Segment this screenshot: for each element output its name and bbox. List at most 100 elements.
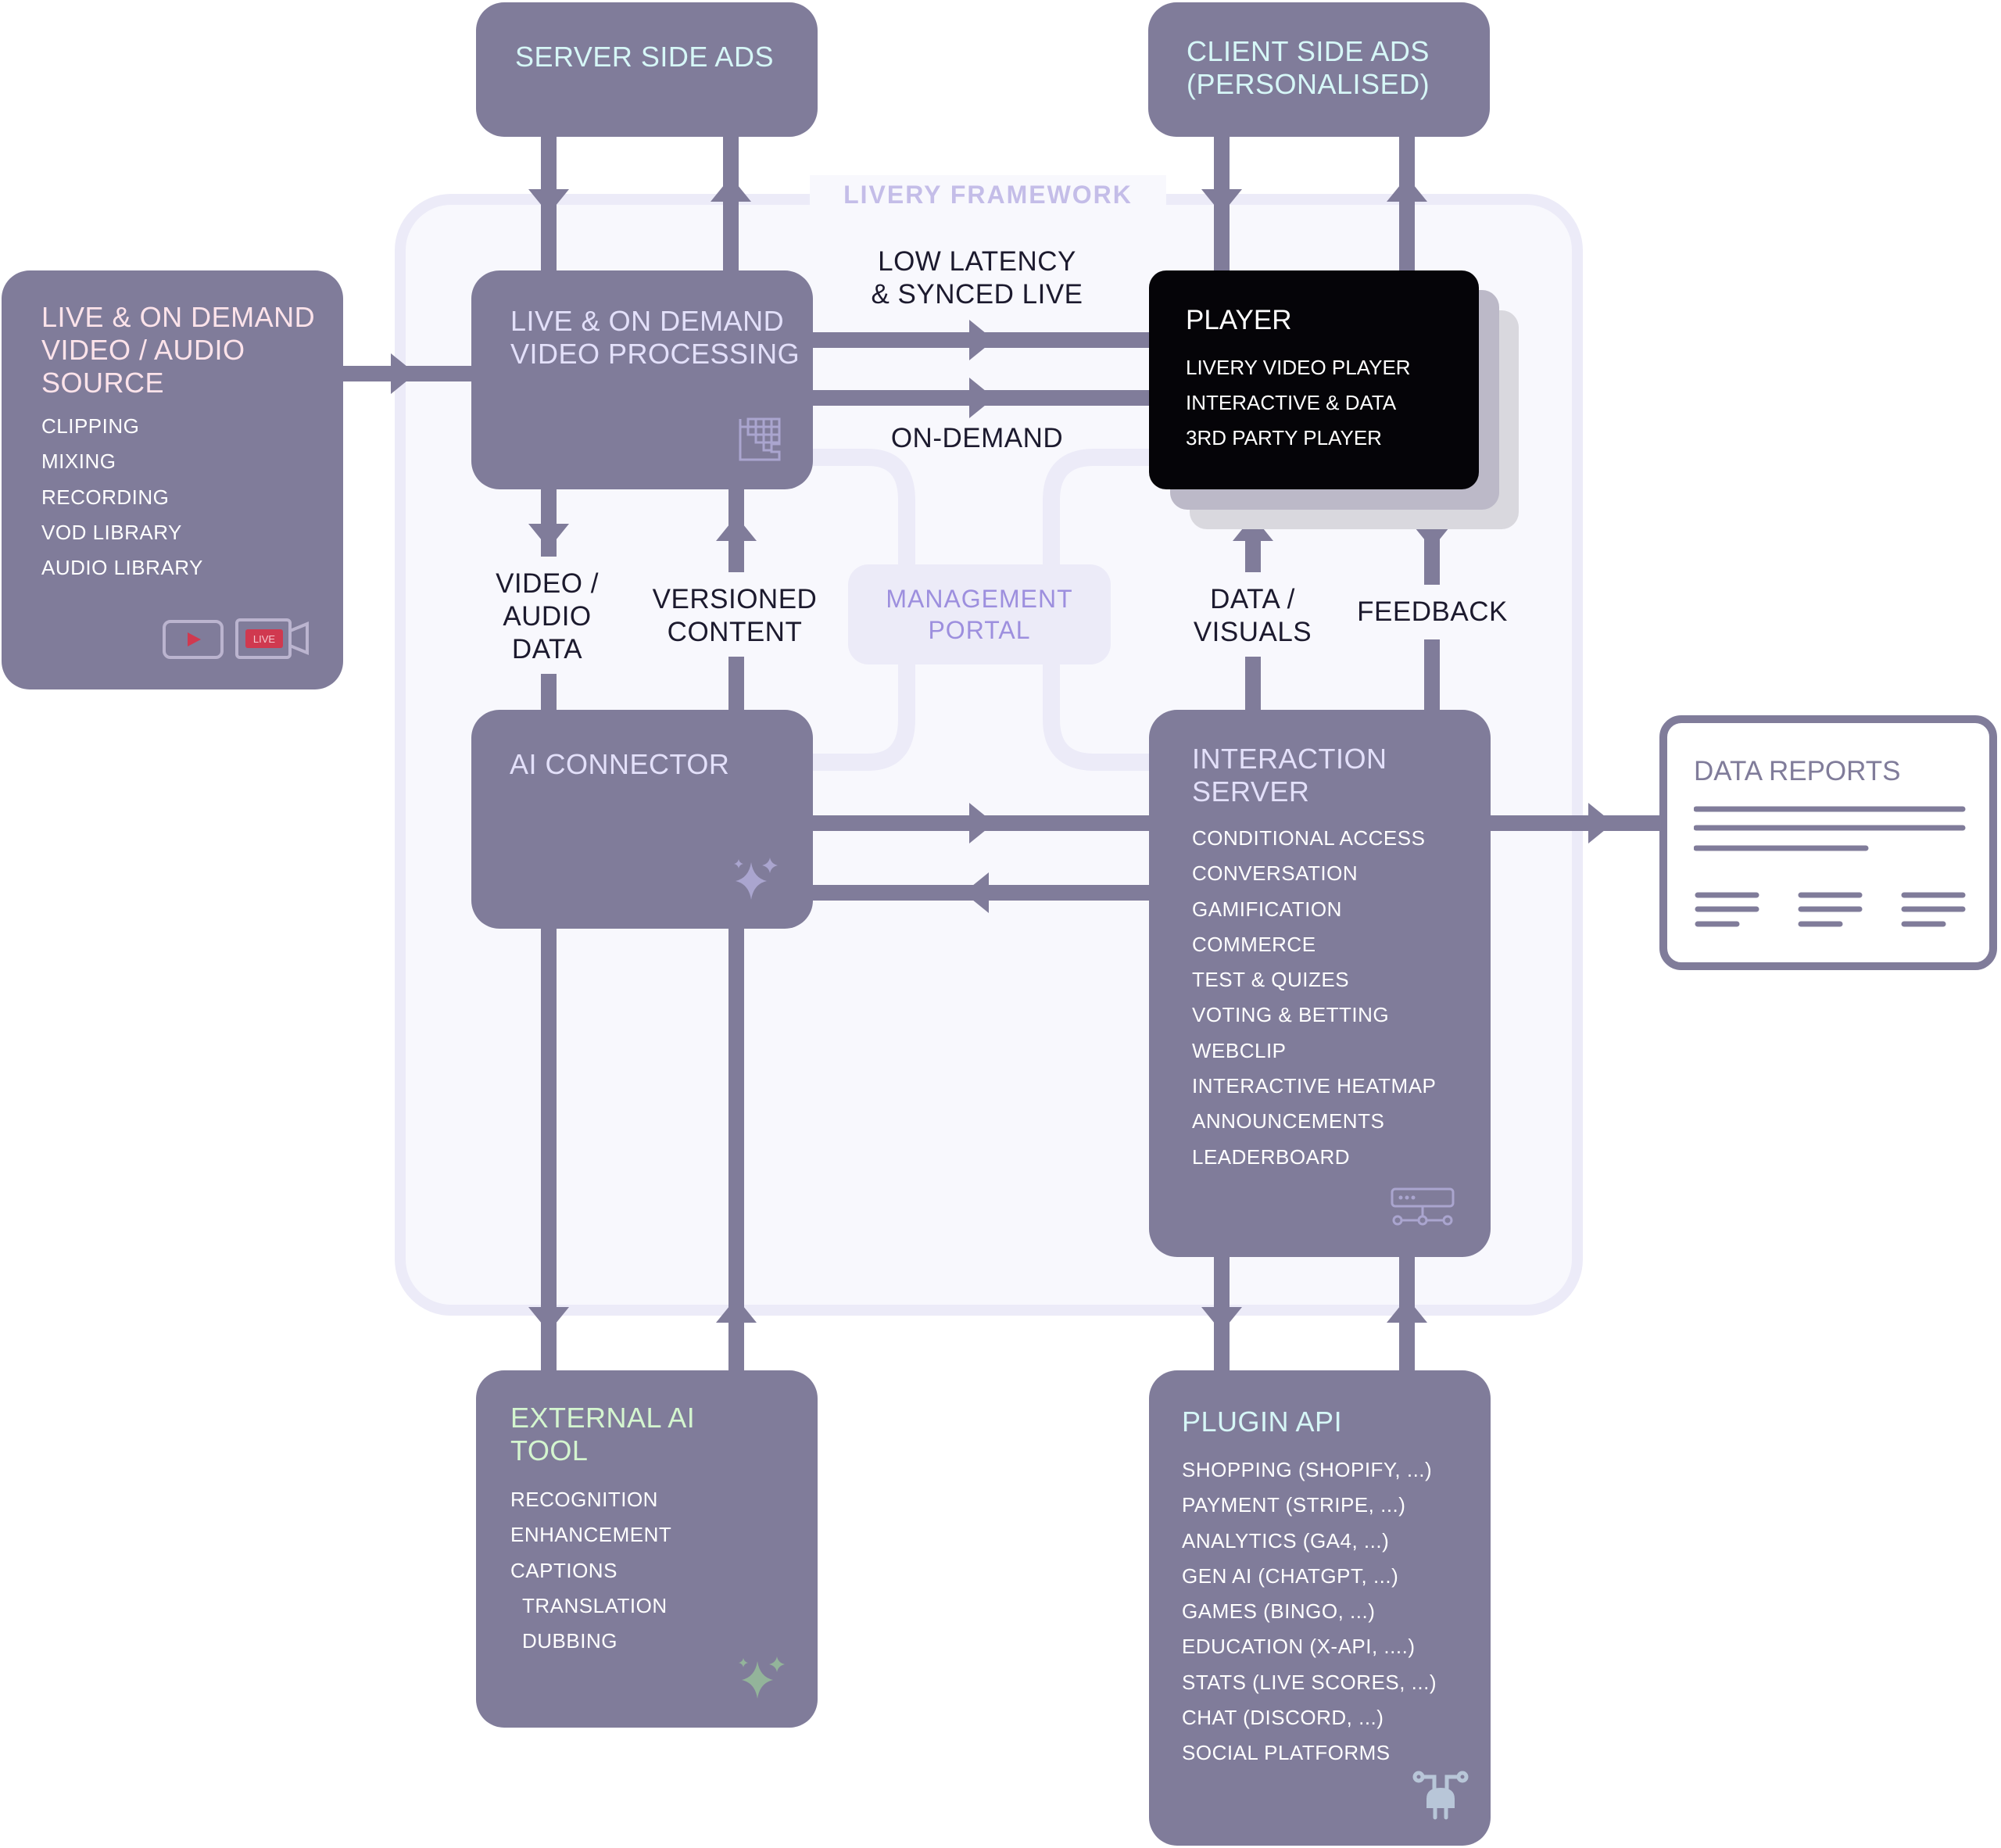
server-side-ads-box[interactable]: SERVER SIDE ADS [476, 2, 818, 137]
edge-label-line: VISUALS [1193, 617, 1312, 647]
report-document-lines-icon [1694, 806, 1966, 927]
list-item: RECORDING [41, 485, 170, 509]
title-line: INTERACTION [1192, 743, 1387, 775]
data-reports-title: DATA REPORTS [1694, 756, 1901, 786]
arrow-right [969, 378, 994, 418]
line-ssa-up [723, 137, 739, 270]
arrow-down [528, 524, 569, 549]
video-audio-source-box[interactable]: LIVE & ON DEMAND VIDEO / AUDIO SOURCE CL… [2, 270, 343, 689]
plugin-api-box[interactable]: PLUGIN API SHOPPING (SHOPIFY, ...) PAYME… [1149, 1370, 1491, 1846]
list-item: SOCIAL PLATFORMS [1182, 1741, 1391, 1765]
arrow-up [716, 516, 757, 541]
edge-label-line: DATA [511, 634, 583, 664]
list-item: GAMIFICATION [1192, 897, 1342, 921]
video-processing-box[interactable]: LIVE & ON DEMAND VIDEO PROCESSING [471, 270, 813, 489]
list-item: AUDIO LIBRARY [41, 556, 203, 580]
list-item: CONDITIONAL ACCESS [1192, 826, 1426, 850]
live-camera-icon: LIVE [235, 618, 309, 659]
list-item: LIVERY VIDEO PLAYER [1186, 356, 1411, 379]
interaction-features: CONDITIONAL ACCESS CONVERSATION GAMIFICA… [1192, 821, 1436, 1175]
list-item: DUBBING [522, 1629, 617, 1653]
management-portal-title: MANAGEMENT [886, 585, 1073, 613]
edge-label-feedback: FEEDBACK [1348, 596, 1516, 629]
arrow-down [528, 1307, 569, 1332]
title-line: CLIENT SIDE ADS [1187, 35, 1430, 67]
arrow-up [1387, 177, 1427, 202]
list-item: INTERACTIVE & DATA [1186, 391, 1397, 414]
edge-label-line: CONTENT [667, 617, 803, 647]
player-box[interactable]: PLAYER LIVERY VIDEO PLAYER INTERACTIVE &… [1149, 270, 1479, 489]
plug-icon [1412, 1771, 1469, 1820]
interaction-server-title: INTERACTION SERVER [1192, 743, 1387, 808]
title-line: LIVE & ON DEMAND [510, 305, 785, 337]
title-line: LIVE & ON DEMAND [41, 301, 316, 333]
title-line: TOOL [510, 1434, 589, 1467]
arrow-up [711, 177, 751, 202]
list-item: CONVERSATION [1192, 861, 1358, 886]
line-video-audio-data-bottom [541, 674, 557, 710]
interaction-server-box[interactable]: INTERACTION SERVER CONDITIONAL ACCESS CO… [1149, 710, 1491, 1257]
live-badge-text: LIVE [253, 633, 276, 645]
list-item: LEADERBOARD [1192, 1144, 1350, 1169]
line-to-reports [1491, 815, 1663, 831]
external-ai-title: EXTERNAL AI TOOL [510, 1402, 695, 1467]
edge-label-data-visuals: DATA / VISUALS [1184, 583, 1321, 649]
edge-label-line: AUDIO [503, 601, 592, 632]
source-features: CLIPPING MIXING RECORDING VOD LIBRARY AU… [41, 409, 203, 586]
edge-label-low-latency: LOW LATENCY & SYNCED LIVE [860, 245, 1094, 311]
list-item: STATS (LIVE SCORES, ...) [1182, 1670, 1437, 1694]
edge-label-versioned-content: VERSIONED CONTENT [645, 583, 825, 649]
arrow-down [528, 189, 569, 214]
client-side-ads-title: CLIENT SIDE ADS (PERSONALISED) [1187, 35, 1430, 101]
source-title: LIVE & ON DEMAND VIDEO / AUDIO SOURCE [41, 301, 315, 399]
ai-connector-box[interactable]: AI CONNECTOR [471, 710, 813, 929]
arrow-right [1588, 803, 1613, 843]
sparkle-icon [739, 1656, 785, 1699]
list-item: EDUCATION (X-API, ....) [1182, 1635, 1416, 1659]
arrow-left [964, 872, 989, 913]
line-versioned-bottom [728, 657, 744, 710]
arrow-right [391, 353, 416, 394]
list-item: ANALYTICS (GA4, ...) [1182, 1528, 1390, 1553]
line-data-visuals-bottom [1245, 657, 1261, 710]
line-csa-up [1399, 137, 1415, 270]
title-line: SOURCE [41, 367, 165, 399]
arrow-right [969, 320, 994, 360]
list-item: VOTING & BETTING [1192, 1003, 1390, 1027]
list-item: WEBCLIP [1192, 1038, 1287, 1062]
edge-label-line: DATA / [1210, 584, 1295, 614]
edge-label-line: VIDEO / [496, 568, 599, 599]
arrow-down [1201, 1307, 1242, 1332]
external-ai-tool-box[interactable]: EXTERNAL AI TOOL RECOGNITION ENHANCEMENT… [476, 1370, 818, 1728]
ai-connector-title: AI CONNECTOR [510, 748, 730, 780]
list-item: GEN AI (CHATGPT, ...) [1182, 1563, 1399, 1588]
data-reports-box[interactable]: DATA REPORTS [1659, 715, 1997, 970]
list-item: ENHANCEMENT [510, 1523, 672, 1547]
title-line: VIDEO / AUDIO [41, 334, 245, 366]
management-portal-title: PORTAL [928, 616, 1031, 644]
player-features: LIVERY VIDEO PLAYER INTERACTIVE & DATA 3… [1186, 350, 1411, 456]
plugin-api-features: SHOPPING (SHOPIFY, ...) PAYMENT (STRIPE,… [1182, 1452, 1437, 1771]
edge-label-on-demand: ON-DEMAND [890, 423, 1064, 453]
arrow-up [716, 1298, 757, 1323]
player-title: PLAYER [1186, 305, 1292, 335]
list-item: TEST & QUIZES [1192, 968, 1350, 992]
server-network-icon [1391, 1187, 1455, 1226]
sparkle-icon [734, 858, 778, 900]
list-item: PAYMENT (STRIPE, ...) [1182, 1493, 1406, 1517]
list-item: CAPTIONS [510, 1558, 617, 1582]
list-item: INTERACTIVE HEATMAP [1192, 1074, 1437, 1098]
plugin-api-title: PLUGIN API [1182, 1406, 1343, 1438]
arrow-right [969, 803, 994, 843]
external-ai-features: RECOGNITION ENHANCEMENT CAPTIONS TRANSLA… [510, 1482, 671, 1659]
line-feedback-bottom [1424, 639, 1440, 710]
title-line: VIDEO PROCESSING [510, 338, 800, 370]
arrow-up [1387, 1298, 1427, 1323]
play-button-icon [163, 620, 224, 659]
management-portal[interactable]: MANAGEMENT PORTAL [848, 564, 1111, 664]
title-line: (PERSONALISED) [1187, 68, 1430, 100]
edge-label-line: & SYNCED LIVE [871, 279, 1083, 310]
edge-label-video-audio-data: VIDEO / AUDIO DATA [485, 568, 610, 666]
list-item: SHOPPING (SHOPIFY, ...) [1182, 1458, 1433, 1481]
client-side-ads-box[interactable]: CLIENT SIDE ADS (PERSONALISED) [1148, 2, 1490, 137]
